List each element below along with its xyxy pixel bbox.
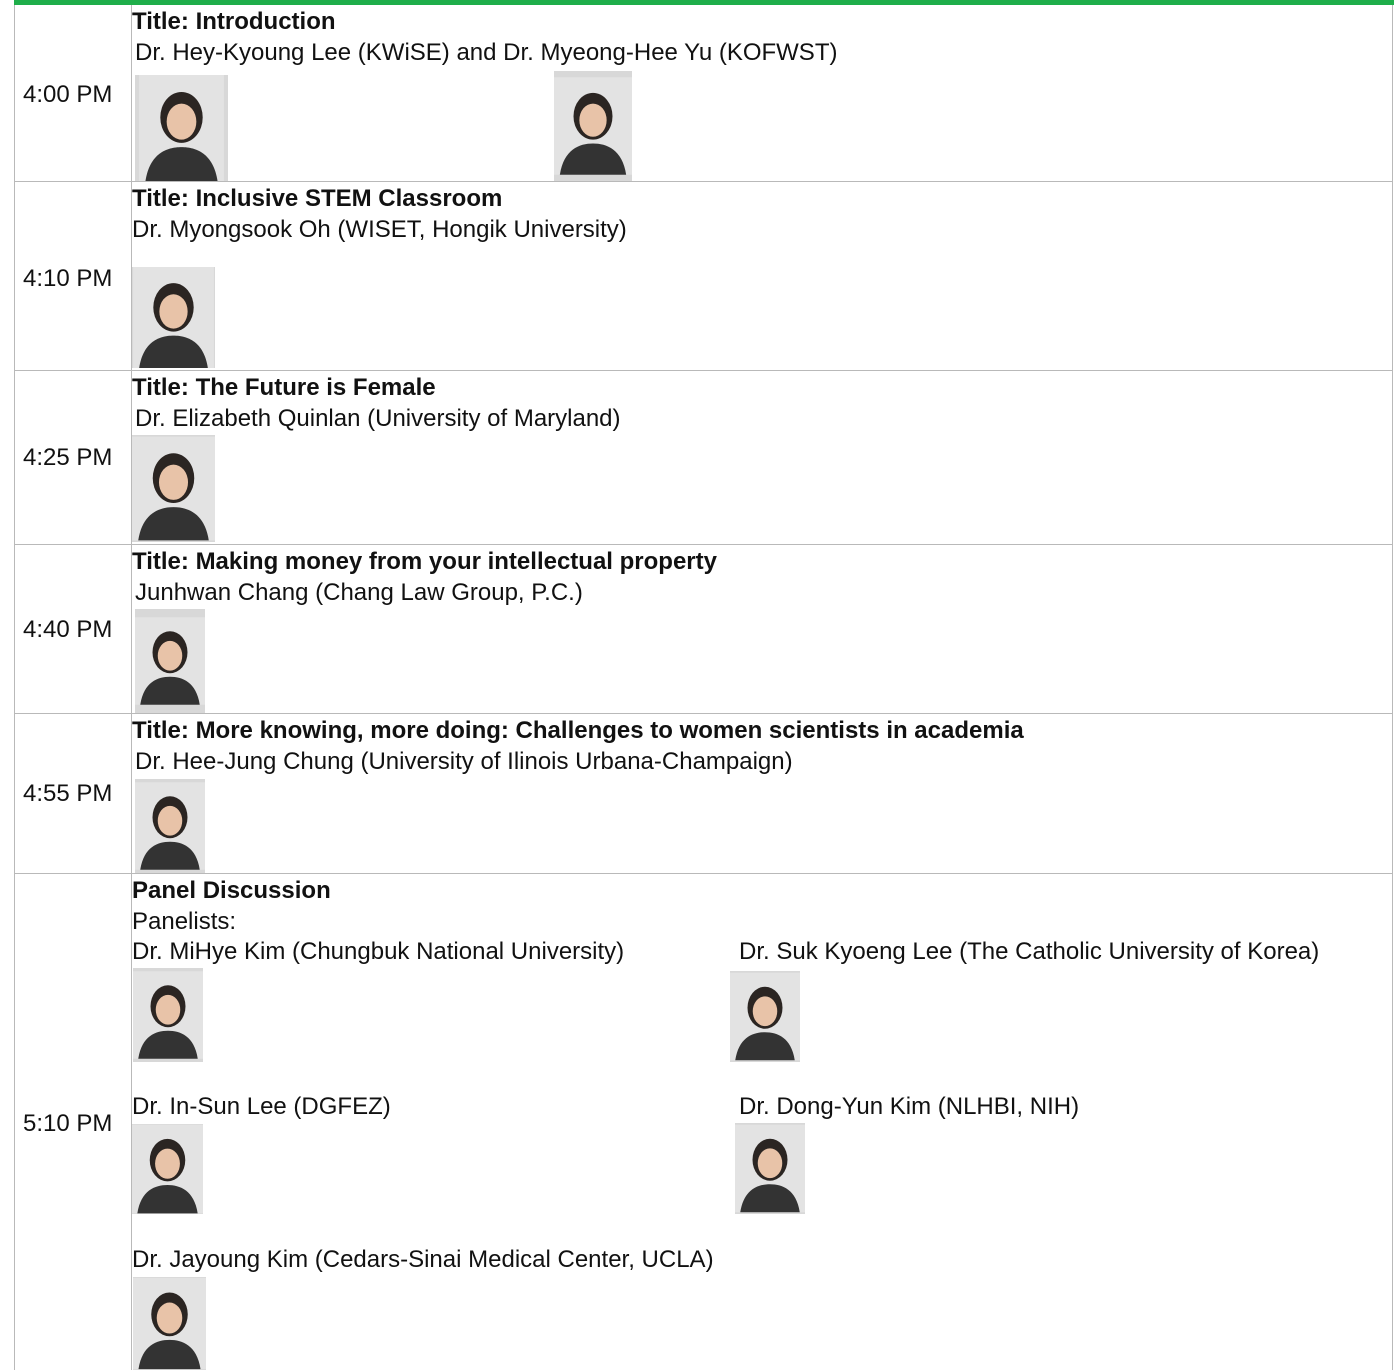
session-content: Title: Inclusive STEM Classroom Dr. Myon… [132, 182, 1392, 370]
panelist-name: Dr. MiHye Kim (Chungbuk National Univers… [132, 938, 625, 965]
session-title: Title: Introduction [132, 8, 336, 35]
panelist-name: Dr. Suk Kyoeng Lee (The Catholic Univers… [739, 938, 1320, 965]
panelist-name: Dr. Jayoung Kim (Cedars-Sinai Medical Ce… [132, 1246, 714, 1273]
panelists-label: Panelists: [132, 908, 237, 935]
panelist-photo [730, 971, 800, 1062]
portrait-photo-icon [132, 267, 215, 368]
panelist-name: Dr. Dong-Yun Kim (NLHBI, NIH) [739, 1093, 1080, 1120]
portrait-photo-icon [135, 609, 205, 713]
session-content: Title: The Future is Female Dr. Elizabet… [132, 371, 1392, 544]
portrait-photo-icon [135, 75, 228, 181]
speaker-photo [554, 71, 632, 181]
session-title: Panel Discussion [132, 877, 331, 904]
schedule-row: 5:10 PM Panel Discussion Panelists: Dr. … [15, 874, 1392, 1370]
session-time: 4:40 PM [23, 616, 113, 643]
session-time: 4:00 PM [23, 81, 113, 108]
panelist-photo [735, 1123, 805, 1214]
session-speakers: Dr. Hey-Kyoung Lee (KWiSE) and Dr. Myeon… [135, 39, 838, 66]
session-content: Title: Making money from your intellectu… [132, 545, 1392, 713]
session-time: 5:10 PM [23, 1110, 113, 1137]
portrait-photo-icon [133, 968, 203, 1062]
portrait-photo-icon [730, 971, 800, 1062]
schedule-row: 4:00 PM Title: Introduction Dr. Hey-Kyou… [15, 5, 1392, 182]
portrait-photo-icon [554, 71, 632, 181]
session-content: Panel Discussion Panelists: Dr. MiHye Ki… [132, 874, 1392, 1370]
portrait-photo-icon [132, 435, 215, 542]
portrait-photo-icon [133, 1277, 206, 1370]
schedule-row: 4:55 PM Title: More knowing, more doing:… [15, 714, 1392, 874]
session-title: Title: The Future is Female [132, 374, 436, 401]
panelist-photo [132, 1124, 203, 1214]
session-content: Title: More knowing, more doing: Challen… [132, 714, 1392, 873]
panelist-name: Dr. In-Sun Lee (DGFEZ) [132, 1093, 391, 1120]
session-speakers: Dr. Elizabeth Quinlan (University of Mar… [135, 405, 621, 432]
session-time: 4:55 PM [23, 780, 113, 807]
schedule-row: 4:40 PM Title: Making money from your in… [15, 545, 1392, 714]
portrait-photo-icon [135, 779, 205, 873]
speaker-photo [132, 267, 215, 368]
session-time: 4:10 PM [23, 265, 113, 292]
speaker-photo [135, 75, 228, 181]
panelist-photo [133, 1277, 206, 1370]
session-title: Title: Inclusive STEM Classroom [132, 185, 503, 212]
session-title: Title: More knowing, more doing: Challen… [132, 717, 1024, 744]
session-title: Title: Making money from your intellectu… [132, 548, 717, 575]
session-speakers: Dr. Hee-Jung Chung (University of Ilinoi… [135, 748, 793, 775]
session-speakers: Junhwan Chang (Chang Law Group, P.C.) [135, 579, 583, 606]
speaker-photo [132, 435, 215, 542]
portrait-photo-icon [735, 1123, 805, 1214]
session-content: Title: Introduction Dr. Hey-Kyoung Lee (… [132, 5, 1392, 181]
session-time: 4:25 PM [23, 444, 113, 471]
panelist-photo [133, 968, 203, 1062]
schedule-row: 4:25 PM Title: The Future is Female Dr. … [15, 371, 1392, 545]
session-speakers: Dr. Myongsook Oh (WISET, Hongik Universi… [132, 216, 627, 243]
portrait-photo-icon [132, 1124, 203, 1214]
schedule-table: 4:00 PM Title: Introduction Dr. Hey-Kyou… [14, 5, 1393, 1370]
speaker-photo [135, 779, 205, 873]
schedule-row: 4:10 PM Title: Inclusive STEM Classroom … [15, 182, 1392, 371]
speaker-photo [135, 609, 205, 713]
